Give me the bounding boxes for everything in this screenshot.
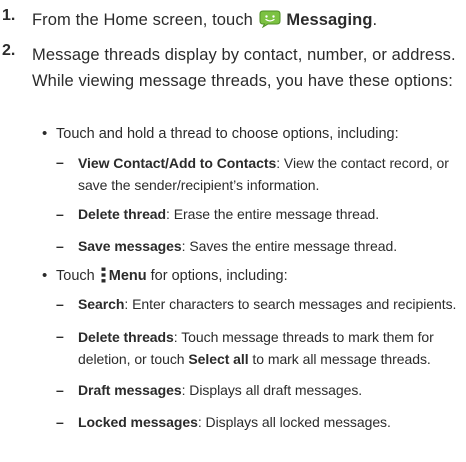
dash: – bbox=[56, 382, 64, 398]
messaging-label: Messaging bbox=[286, 11, 373, 29]
dash: – bbox=[56, 154, 64, 170]
menu-icon bbox=[101, 267, 106, 283]
option-draft-messages: – Draft messages: Displays all draft mes… bbox=[56, 380, 460, 400]
bullet-text: Touch and hold a thread to choose option… bbox=[56, 126, 399, 142]
option-desc: : Erase the entire message thread. bbox=[166, 206, 380, 222]
menu-label: Menu bbox=[108, 268, 147, 284]
bullet-text-post: for options, including: bbox=[146, 268, 288, 284]
option-title: View Contact/Add to Contacts bbox=[78, 155, 277, 171]
option-desc: : Displays all locked messages. bbox=[197, 414, 391, 430]
messaging-icon bbox=[259, 10, 281, 29]
option-view-contact: – View Contact/Add to Contacts: View the… bbox=[56, 152, 460, 196]
option-desc: : Saves the entire message thread. bbox=[181, 238, 398, 254]
dash: – bbox=[56, 206, 64, 222]
option-desc: : Displays all draft messages. bbox=[181, 382, 363, 398]
option-locked-messages: – Locked messages: Displays all locked m… bbox=[56, 412, 460, 432]
bullet-symbol: • bbox=[42, 125, 48, 142]
dash: – bbox=[56, 414, 64, 430]
dash: – bbox=[56, 238, 64, 254]
option-save-messages: – Save messages: Saves the entire messag… bbox=[56, 236, 460, 256]
step-2: 2. Message threads display by contact, n… bbox=[0, 42, 466, 122]
step-text: Message threads display by contact, numb… bbox=[32, 46, 456, 90]
dash: – bbox=[56, 328, 64, 344]
bullet-menu: • Touch Menu for options, including: bbox=[42, 266, 288, 286]
bullet-touch-hold: • Touch and hold a thread to choose optio… bbox=[42, 124, 399, 144]
step-1: 1. From the Home screen, touch Messaging… bbox=[0, 7, 466, 33]
select-all-label: Select all bbox=[188, 351, 249, 367]
option-title: Save messages bbox=[78, 238, 182, 254]
option-search: – Search: Enter characters to search mes… bbox=[56, 294, 460, 314]
option-title: Delete threads bbox=[78, 329, 174, 345]
bullet-symbol: • bbox=[42, 267, 48, 284]
step-text: From the Home screen, touch Messaging. bbox=[32, 10, 378, 29]
dash: – bbox=[56, 296, 64, 312]
step-text-pre: From the Home screen, touch bbox=[32, 11, 253, 29]
option-title: Delete thread bbox=[78, 206, 167, 222]
option-delete-thread: – Delete thread: Erase the entire messag… bbox=[56, 204, 460, 224]
option-delete-threads: – Delete threads: Touch message threads … bbox=[56, 328, 434, 367]
option-title: Search bbox=[78, 296, 125, 312]
step-number: 2. bbox=[2, 42, 16, 59]
step-number: 1. bbox=[2, 7, 16, 24]
option-desc: : Enter characters to search messages an… bbox=[124, 296, 457, 312]
bullet-text-pre: Touch bbox=[56, 268, 95, 284]
option-title: Draft messages bbox=[78, 382, 182, 398]
option-title: Locked messages bbox=[78, 414, 198, 430]
